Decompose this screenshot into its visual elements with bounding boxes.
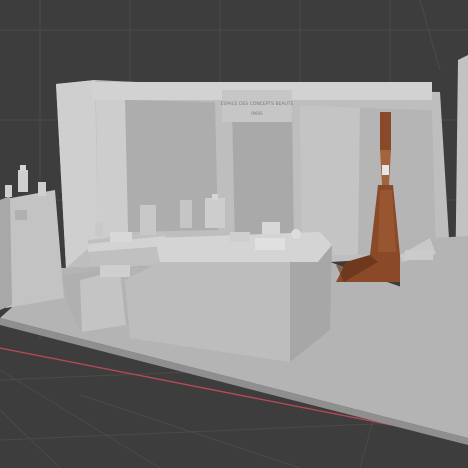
- viewport-canvas[interactable]: ESPACE DES CONCEPTS BEAUTE PARIS: [0, 0, 468, 468]
- right-foreground-block[interactable]: [400, 236, 468, 395]
- 3d-viewport[interactable]: ESPACE DES CONCEPTS BEAUTE PARIS: [0, 0, 468, 468]
- left-shelf-tower[interactable]: [0, 165, 64, 310]
- sign-text-line-2: PARIS: [251, 111, 263, 116]
- sign-text-line-1: ESPACE DES CONCEPTS BEAUTE: [221, 101, 294, 107]
- central-island[interactable]: [125, 222, 332, 362]
